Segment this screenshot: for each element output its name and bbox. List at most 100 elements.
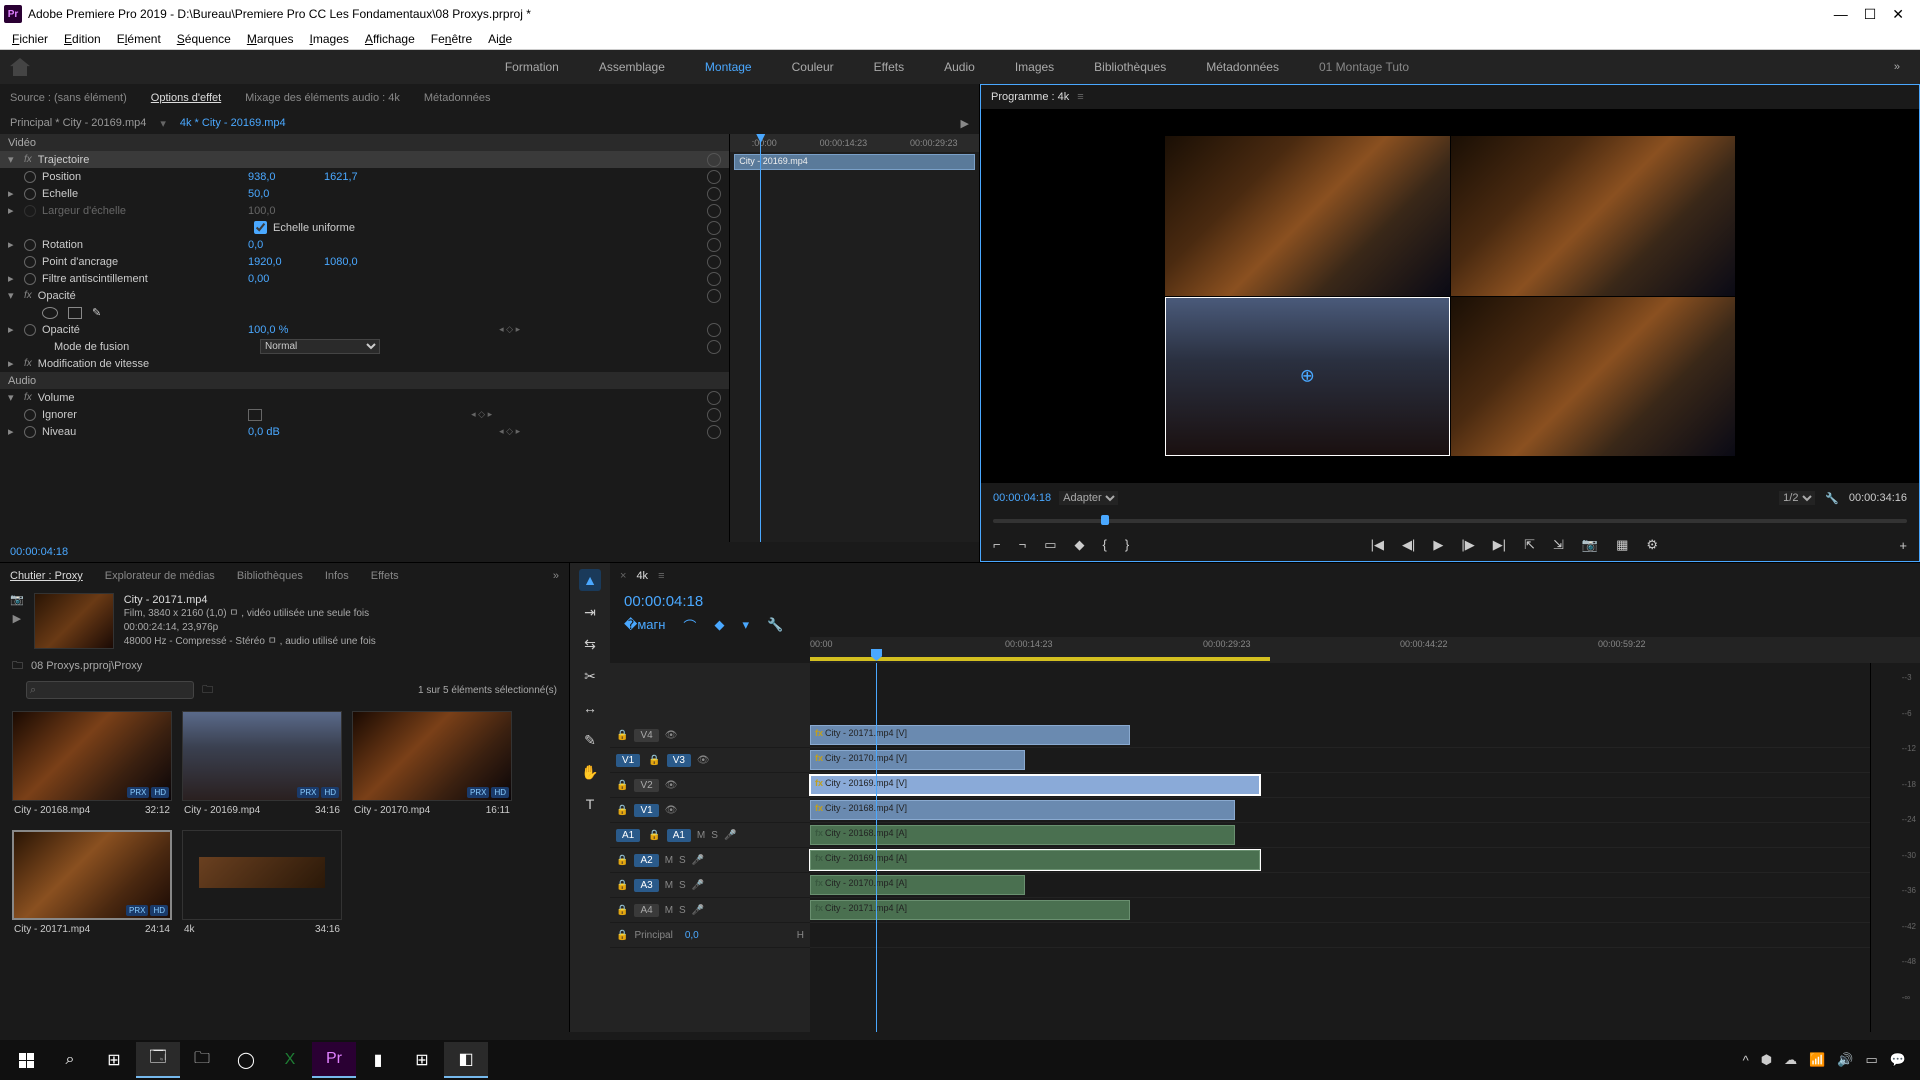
reset-icon[interactable] — [707, 187, 721, 201]
keyframe-nav[interactable]: ◂ ◇ ▸ — [499, 324, 520, 335]
effect-mini-timeline[interactable]: :00:0000:00:14:2300:00:29:23 City - 2016… — [729, 134, 979, 542]
out-bracket-icon[interactable]: } — [1125, 537, 1129, 553]
echelle-val[interactable]: 50,0 — [248, 188, 318, 200]
timeline-track-area[interactable]: fxCity - 20171.mp4 [V] fxCity - 20170.mp… — [810, 663, 1870, 1032]
extract-icon[interactable]: ⇲ — [1553, 537, 1564, 553]
track-header-v4[interactable]: 🔒V4👁 — [610, 723, 810, 748]
snap-icon[interactable]: �магн — [624, 617, 665, 633]
project-path[interactable]: 08 Proxys.prproj\Proxy — [31, 660, 142, 672]
position-y[interactable]: 1621,7 — [324, 171, 394, 183]
in-bracket-icon[interactable]: { — [1102, 537, 1106, 553]
fusion-select[interactable]: Normal — [260, 339, 380, 354]
tab-mixage[interactable]: Mixage des éléments audio : 4k — [245, 92, 400, 104]
opacite-val[interactable]: 100,0 % — [248, 324, 318, 336]
mask-ellipse-icon[interactable] — [42, 307, 58, 319]
clip-v4[interactable]: fxCity - 20171.mp4 [V] — [810, 725, 1130, 745]
track-header-a4[interactable]: 🔒A4MS🎤 — [610, 898, 810, 923]
menu-affichage[interactable]: Affichage — [359, 30, 421, 48]
clip-v2-selected[interactable]: fxCity - 20169.mp4 [V] — [810, 775, 1260, 795]
tab-chutier[interactable]: Chutier : Proxy — [10, 570, 83, 582]
button-editor-icon[interactable]: + — [1899, 538, 1919, 553]
menu-aide[interactable]: Aide — [482, 30, 518, 48]
reset-icon[interactable] — [707, 408, 721, 422]
reset-icon[interactable] — [707, 238, 721, 252]
stopwatch-icon[interactable] — [24, 171, 36, 183]
program-tc-left[interactable]: 00:00:04:18 — [993, 492, 1051, 504]
slip-tool-icon[interactable]: ↔ — [579, 697, 601, 719]
track-header-v3[interactable]: V1🔒V3👁 — [610, 748, 810, 773]
keyframe-nav[interactable]: ◂ ◇ ▸ — [471, 409, 492, 420]
ws-images[interactable]: Images — [1015, 60, 1054, 74]
clip-item[interactable]: PRXHDCity - 20170.mp416:11 — [352, 711, 512, 820]
goto-out-icon[interactable]: ▶| — [1493, 537, 1506, 553]
bin-icon[interactable]: 🗀 — [12, 657, 23, 676]
tab-effets[interactable]: Effets — [371, 570, 399, 582]
mask-rect-icon[interactable] — [68, 307, 82, 319]
safe-margins-icon[interactable]: ▭ — [1044, 537, 1056, 553]
menu-element[interactable]: Elément — [111, 30, 167, 48]
tab-infos[interactable]: Infos — [325, 570, 349, 582]
calc-taskbar-icon[interactable]: ⊞ — [400, 1042, 444, 1078]
sequence-name[interactable]: 4k — [636, 570, 648, 582]
tray-volume-icon[interactable]: 🔊 — [1837, 1052, 1853, 1068]
search-button[interactable]: ⌕ — [48, 1042, 92, 1078]
ancrage-y[interactable]: 1080,0 — [324, 256, 394, 268]
sequence-item[interactable]: 4k34:16 — [182, 830, 342, 939]
search-input[interactable] — [26, 681, 194, 699]
reset-icon[interactable] — [707, 204, 721, 218]
ws-montage[interactable]: Montage — [705, 60, 752, 74]
opacite-label[interactable]: Opacité — [38, 290, 76, 302]
niveau-val[interactable]: 0,0 dB — [248, 426, 318, 438]
ignorer-checkbox[interactable] — [248, 409, 262, 421]
reset-icon[interactable] — [707, 289, 721, 303]
clip-item-selected[interactable]: PRXHDCity - 20171.mp424:14 — [12, 830, 172, 939]
mark-out-icon[interactable]: ¬ — [1019, 537, 1027, 553]
play-icon[interactable]: ▶ — [1433, 537, 1443, 553]
effect-instance[interactable]: 4k * City - 20169.mp4 — [180, 117, 286, 129]
app-taskbar-icon[interactable]: ▮ — [356, 1042, 400, 1078]
ws-bibliotheques[interactable]: Bibliothèques — [1094, 60, 1166, 74]
position-x[interactable]: 938,0 — [248, 171, 318, 183]
vitesse-label[interactable]: Modification de vitesse — [38, 358, 149, 370]
lift-icon[interactable]: ⇱ — [1524, 537, 1535, 553]
reset-icon[interactable] — [707, 340, 721, 354]
ws-audio[interactable]: Audio — [944, 60, 975, 74]
tray-dropbox-icon[interactable]: ⬢ — [1761, 1052, 1772, 1068]
clip-item[interactable]: PRXHDCity - 20168.mp432:12 — [12, 711, 172, 820]
mask-pen-icon[interactable]: ✎ — [92, 306, 101, 319]
source-timecode[interactable]: 00:00:04:18 — [10, 546, 68, 558]
task-view-button[interactable]: ⊞ — [92, 1042, 136, 1078]
clip-v1[interactable]: fxCity - 20168.mp4 [V] — [810, 800, 1235, 820]
timeline-timecode[interactable]: 00:00:04:18 — [624, 593, 703, 610]
explorer-taskbar-icon[interactable]: 🗔 — [136, 1042, 180, 1078]
marker-icon[interactable]: ◆ — [1074, 537, 1084, 553]
tab-options-effet[interactable]: Options d'effet — [151, 92, 221, 104]
marker-add-icon[interactable]: ◆ — [714, 617, 724, 633]
workspace-overflow-icon[interactable]: » — [1884, 61, 1910, 73]
ws-couleur[interactable]: Couleur — [792, 60, 834, 74]
reset-icon[interactable] — [707, 221, 721, 235]
effect-principal[interactable]: Principal * City - 20169.mp4 — [10, 117, 146, 129]
track-header-v1[interactable]: 🔒V1👁 — [610, 798, 810, 823]
reset-icon[interactable] — [707, 255, 721, 269]
ws-custom[interactable]: 01 Montage Tuto — [1319, 60, 1409, 74]
timeline-playhead[interactable] — [876, 663, 877, 1032]
stopwatch-icon[interactable] — [24, 256, 36, 268]
program-tab[interactable]: Programme : 4k — [991, 91, 1069, 103]
reset-icon[interactable] — [707, 153, 721, 167]
mini-playhead[interactable] — [760, 134, 761, 542]
ws-effets[interactable]: Effets — [874, 60, 904, 74]
tab-metadonnees[interactable]: Métadonnées — [424, 92, 491, 104]
clip-v3[interactable]: fxCity - 20170.mp4 [V] — [810, 750, 1025, 770]
menu-edition[interactable]: Edition — [58, 30, 107, 48]
ws-formation[interactable]: Formation — [505, 60, 559, 74]
ripple-tool-icon[interactable]: ⇆ — [579, 633, 601, 655]
reset-icon[interactable] — [707, 170, 721, 184]
menu-images[interactable]: Images — [304, 30, 355, 48]
hand-tool-icon[interactable]: ✋ — [579, 761, 601, 783]
keyframe-nav[interactable]: ◂ ◇ ▸ — [499, 426, 520, 437]
stopwatch-icon[interactable] — [24, 324, 36, 336]
clip-a1[interactable]: fxCity - 20168.mp4 [A] — [810, 825, 1235, 845]
program-viewport[interactable] — [981, 109, 1919, 483]
ancrage-x[interactable]: 1920,0 — [248, 256, 318, 268]
